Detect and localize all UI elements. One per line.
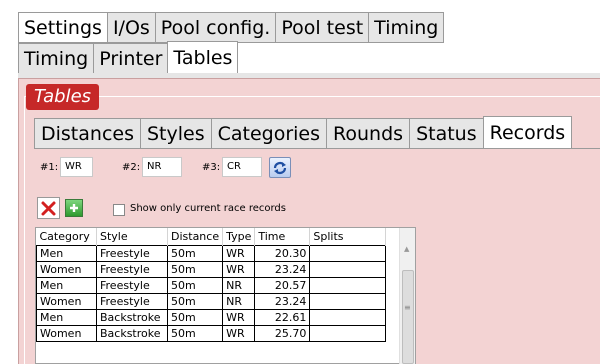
table-row[interactable]: Men Freestyle 50m WR 20.30 [36, 244, 387, 262]
tab-tables[interactable]: Tables [167, 41, 239, 74]
record-3-label: #3: [202, 162, 221, 173]
col-style-header[interactable]: Style [96, 228, 168, 245]
records-grid: Category Style Distance Type Time Splits… [35, 227, 416, 364]
cell-distance[interactable]: 50m [166, 244, 224, 262]
scrollbar-thumb[interactable] [402, 270, 414, 364]
cell-type[interactable]: WR [222, 244, 256, 262]
cell-splits[interactable] [309, 244, 387, 262]
only-current-race-checkbox[interactable] [113, 204, 125, 216]
cell-type[interactable]: WR [222, 308, 256, 326]
table-row[interactable]: Men Freestyle 50m NR 20.57 [36, 276, 387, 294]
main-tab-row-2: Timing Printer Tables [18, 41, 239, 74]
tab-printer[interactable]: Printer [93, 43, 169, 74]
col-distance-header[interactable]: Distance [167, 228, 224, 245]
tab-styles[interactable]: Styles [139, 118, 212, 148]
cell-distance[interactable]: 50m [166, 276, 224, 294]
cell-type[interactable]: WR [222, 324, 256, 342]
tab-rounds[interactable]: Rounds [326, 118, 411, 148]
tab-timing-2[interactable]: Timing [18, 43, 95, 74]
tab-distances[interactable]: Distances [34, 118, 141, 148]
tab-settings[interactable]: Settings [18, 12, 108, 42]
delete-record-button[interactable] [37, 197, 60, 219]
col-type-header[interactable]: Type [222, 228, 256, 245]
cell-time[interactable]: 20.57 [254, 276, 311, 294]
cell-style[interactable]: Freestyle [96, 292, 168, 310]
cell-type[interactable]: NR [222, 292, 256, 310]
col-splits-header[interactable]: Splits [309, 228, 387, 245]
refresh-icon [273, 161, 287, 174]
add-record-button[interactable] [65, 199, 83, 217]
col-time-header[interactable]: Time [254, 228, 311, 245]
record-3-input[interactable]: CR [222, 157, 262, 177]
cell-type[interactable]: NR [222, 276, 256, 294]
scroll-up-arrow-icon[interactable]: ▲ [404, 245, 409, 253]
tab-status[interactable]: Status [409, 118, 484, 148]
delete-icon [41, 201, 56, 215]
cell-time[interactable]: 25.70 [254, 324, 311, 342]
tab-records[interactable]: Records [482, 116, 573, 148]
table-row[interactable]: Women Backstroke 50m WR 25.70 [36, 324, 387, 342]
tab-categories[interactable]: Categories [210, 118, 328, 148]
cell-splits[interactable] [309, 260, 387, 278]
record-1-label: #1: [40, 162, 59, 173]
cell-style[interactable]: Freestyle [96, 260, 168, 278]
cell-category[interactable]: Women [36, 292, 97, 310]
cell-time[interactable]: 23.24 [254, 292, 311, 310]
cell-category[interactable]: Women [36, 260, 97, 278]
tab-pool-test[interactable]: Pool test [275, 12, 370, 42]
cell-category[interactable]: Men [36, 244, 97, 262]
only-current-race-label: Show only current race records [130, 203, 286, 214]
cell-style[interactable]: Freestyle [96, 276, 168, 294]
cell-splits[interactable] [309, 324, 387, 342]
cell-distance[interactable]: 50m [166, 292, 224, 310]
cell-style[interactable]: Backstroke [96, 324, 168, 342]
cell-category[interactable]: Women [36, 324, 97, 342]
table-row[interactable]: Women Freestyle 50m NR 23.24 [36, 292, 387, 310]
group-title: Tables [26, 84, 100, 110]
table-row[interactable]: Women Freestyle 50m WR 23.24 [36, 260, 387, 278]
scrollbar-grip-icon: ≡ [404, 303, 411, 312]
cell-distance[interactable]: 50m [166, 308, 224, 326]
cell-category[interactable]: Men [36, 308, 97, 326]
tab-pool-config[interactable]: Pool config. [154, 12, 277, 42]
cell-splits[interactable] [309, 308, 387, 326]
refresh-button[interactable] [269, 157, 291, 178]
cell-category[interactable]: Men [36, 276, 97, 294]
main-tab-row-1: Settings I/Os Pool config. Pool test Tim… [18, 12, 445, 42]
col-category-header[interactable]: Category [36, 228, 97, 245]
cell-type[interactable]: WR [222, 260, 256, 278]
cell-time[interactable]: 23.24 [254, 260, 311, 278]
cell-time[interactable]: 20.30 [254, 244, 311, 262]
tables-tab-row: Distances Styles Categories Rounds Statu… [34, 116, 573, 148]
table-row[interactable]: Men Backstroke 50m WR 22.61 [36, 308, 387, 326]
grid-vertical-scrollbar[interactable]: ▲ ≡ [399, 228, 415, 364]
cell-splits[interactable] [309, 276, 387, 294]
cell-style[interactable]: Backstroke [96, 308, 168, 326]
tab-ios[interactable]: I/Os [106, 12, 156, 42]
record-2-input[interactable]: NR [142, 157, 182, 177]
cell-distance[interactable]: 50m [166, 260, 224, 278]
record-2-label: #2: [122, 162, 141, 173]
tab-timing[interactable]: Timing [368, 12, 445, 42]
add-icon [70, 204, 78, 212]
grid-header-row: Category Style Distance Type Time Splits [36, 228, 387, 245]
cell-distance[interactable]: 50m [166, 324, 224, 342]
cell-style[interactable]: Freestyle [96, 244, 168, 262]
cell-time[interactable]: 22.61 [254, 308, 311, 326]
record-1-input[interactable]: WR [60, 157, 93, 177]
cell-splits[interactable] [309, 292, 387, 310]
